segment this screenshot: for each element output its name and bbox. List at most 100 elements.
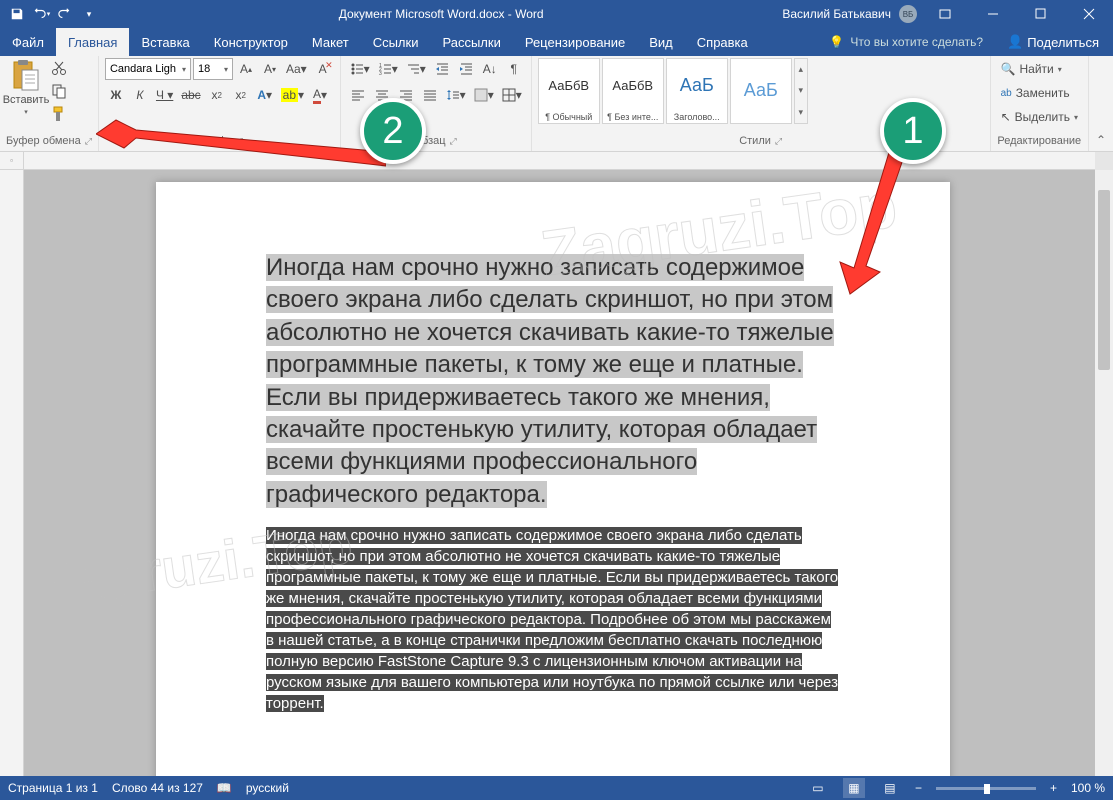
zoom-in-button[interactable]: + <box>1050 781 1057 795</box>
styles-gallery-scroll[interactable]: ▴▾▾ <box>794 58 808 124</box>
group-clipboard: Вставить ▾ Буфер обмена⤢ <box>0 56 99 151</box>
align-left-button[interactable] <box>347 84 369 106</box>
style-heading1[interactable]: АаБЗаголово... <box>666 58 728 124</box>
annotation-badge-1: 1 <box>880 98 946 164</box>
subscript-button[interactable]: x2 <box>206 84 228 106</box>
underline-button[interactable]: Ч ▾ <box>153 84 176 106</box>
vertical-scrollbar[interactable] <box>1095 170 1113 776</box>
clipboard-launcher[interactable]: ⤢ <box>85 136 92 147</box>
shading-button[interactable]: ▾ <box>471 84 497 106</box>
word-count[interactable]: Слово 44 из 127 <box>112 781 203 795</box>
page-indicator[interactable]: Страница 1 из 1 <box>8 781 98 795</box>
tab-mailings[interactable]: Рассылки <box>430 28 512 56</box>
tell-me-search[interactable]: 💡 Что вы хотите сделать? <box>819 28 993 56</box>
paste-icon <box>10 60 42 92</box>
tab-file[interactable]: Файл <box>0 28 56 56</box>
maximize-button[interactable] <box>1021 0 1061 28</box>
copy-button[interactable] <box>48 81 70 102</box>
tab-design[interactable]: Конструктор <box>202 28 300 56</box>
styles-gallery[interactable]: АаБбВ¶ Обычный АаБбВ¶ Без инте... АаБЗаг… <box>538 58 808 124</box>
replace-button[interactable]: abЗаменить <box>997 82 1082 104</box>
increase-indent-button[interactable] <box>455 58 477 80</box>
zoom-slider[interactable] <box>936 787 1036 790</box>
ribbon-display-options-button[interactable] <box>925 0 965 28</box>
qat-customize-button[interactable]: ▾ <box>78 3 100 25</box>
zoom-out-button[interactable]: − <box>915 781 922 795</box>
style-normal[interactable]: АаБбВ¶ Обычный <box>538 58 600 124</box>
paragraph-launcher[interactable]: ⤢ <box>450 136 457 147</box>
spell-check-icon[interactable]: 📖 <box>217 781 232 795</box>
multilevel-list-button[interactable]: ▾ <box>403 58 429 80</box>
tab-help[interactable]: Справка <box>685 28 760 56</box>
share-icon: 👤 <box>1007 34 1023 50</box>
ribbon-tabs: Файл Главная Вставка Конструктор Макет С… <box>0 28 1113 56</box>
paragraph-1[interactable]: Иногда нам срочно нужно записать содержи… <box>266 252 840 511</box>
paragraph-2[interactable]: Иногда нам срочно нужно записать содержи… <box>266 525 840 714</box>
tab-home[interactable]: Главная <box>56 28 129 56</box>
line-spacing-button[interactable]: ▾ <box>443 84 469 106</box>
bullets-button[interactable]: ▾ <box>347 58 373 80</box>
clear-formatting-button[interactable]: A✕ <box>312 58 334 80</box>
text-effects-button[interactable]: A▾ <box>254 84 276 106</box>
numbering-button[interactable]: 123▾ <box>375 58 401 80</box>
svg-text:3: 3 <box>379 71 382 76</box>
title-bar: ▾ ▾ Документ Microsoft Word.docx - Word … <box>0 0 1113 28</box>
style-heading2[interactable]: АаБ <box>730 58 792 124</box>
web-layout-button[interactable]: ▤ <box>879 778 901 798</box>
zoom-level[interactable]: 100 % <box>1071 781 1105 795</box>
style-no-spacing[interactable]: АаБбВ¶ Без инте... <box>602 58 664 124</box>
font-color-button[interactable]: A▾ <box>309 84 331 106</box>
tab-review[interactable]: Рецензирование <box>513 28 637 56</box>
borders-button[interactable]: ▾ <box>499 84 525 106</box>
quick-access-toolbar: ▾ ▾ <box>0 3 100 25</box>
close-button[interactable] <box>1069 0 1109 28</box>
grow-font-button[interactable]: A▴ <box>235 58 257 80</box>
lightbulb-icon: 💡 <box>829 35 844 49</box>
annotation-arrow-2 <box>96 116 386 196</box>
group-editing: 🔍Найти▾ abЗаменить ↖Выделить▾ Редактиров… <box>991 56 1089 151</box>
cursor-icon: ↖ <box>1001 110 1011 124</box>
share-button[interactable]: 👤 Поделиться <box>993 28 1113 56</box>
strikethrough-button[interactable]: abc <box>178 84 203 106</box>
format-painter-button[interactable] <box>48 103 70 124</box>
styles-launcher[interactable]: ⤢ <box>775 136 782 147</box>
sort-button[interactable]: A↓ <box>479 58 501 80</box>
paste-button[interactable]: Вставить ▾ <box>6 58 46 118</box>
bold-button[interactable]: Ж <box>105 84 127 106</box>
find-button[interactable]: 🔍Найти▾ <box>997 58 1082 80</box>
status-bar: Страница 1 из 1 Слово 44 из 127 📖 русски… <box>0 776 1113 800</box>
show-marks-button[interactable]: ¶ <box>503 58 525 80</box>
language-indicator[interactable]: русский <box>246 781 289 795</box>
save-button[interactable] <box>6 3 28 25</box>
justify-button[interactable] <box>419 84 441 106</box>
change-case-button[interactable]: Aa▾ <box>283 58 310 80</box>
shrink-font-button[interactable]: A▾ <box>259 58 281 80</box>
undo-button[interactable]: ▾ <box>30 3 52 25</box>
redo-button[interactable] <box>54 3 76 25</box>
tab-insert[interactable]: Вставка <box>129 28 201 56</box>
tab-references[interactable]: Ссылки <box>361 28 431 56</box>
minimize-button[interactable] <box>973 0 1013 28</box>
user-avatar[interactable]: ВБ <box>899 5 917 23</box>
search-icon: 🔍 <box>1001 62 1016 76</box>
cut-button[interactable] <box>48 58 70 79</box>
read-mode-button[interactable]: ▭ <box>807 778 829 798</box>
scrollbar-thumb[interactable] <box>1098 190 1110 370</box>
document-title: Документ Microsoft Word.docx - Word <box>100 7 782 21</box>
collapse-ribbon-button[interactable]: ⌃ <box>1089 56 1113 151</box>
decrease-indent-button[interactable] <box>431 58 453 80</box>
superscript-button[interactable]: x2 <box>230 84 252 106</box>
highlight-button[interactable]: ab▾ <box>278 84 307 106</box>
print-layout-button[interactable]: ▦ <box>843 778 865 798</box>
tab-layout[interactable]: Макет <box>300 28 361 56</box>
font-size-combo[interactable]: 18▾ <box>193 58 233 80</box>
italic-button[interactable]: К <box>129 84 151 106</box>
annotation-badge-2: 2 <box>360 98 426 164</box>
ruler-corner[interactable]: ▫ <box>0 152 24 170</box>
font-name-combo[interactable]: Candara Ligh▾ <box>105 58 191 80</box>
tab-view[interactable]: Вид <box>637 28 685 56</box>
document-workspace: ▫ Иногда нам срочно нужно записать содер… <box>0 152 1113 776</box>
vertical-ruler[interactable] <box>0 170 24 776</box>
user-name[interactable]: Василий Батькавич <box>782 7 891 21</box>
select-button[interactable]: ↖Выделить▾ <box>997 106 1082 128</box>
